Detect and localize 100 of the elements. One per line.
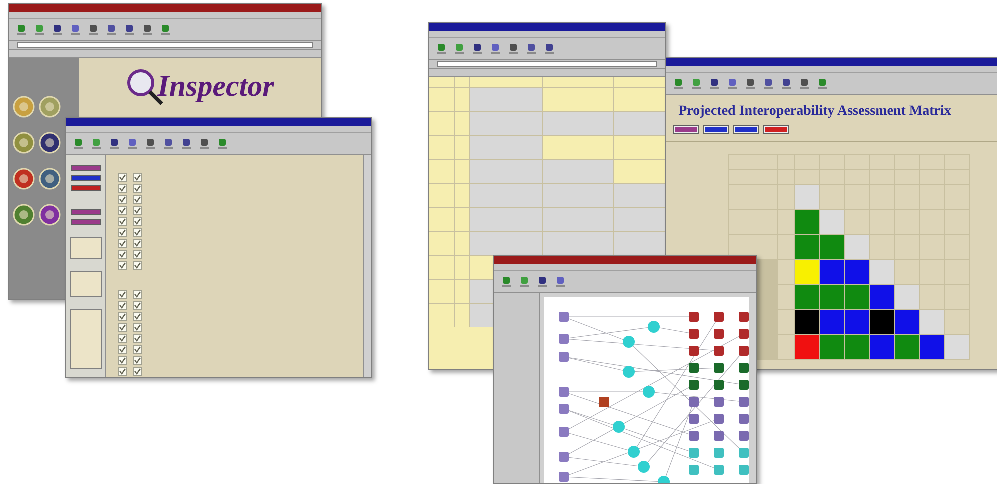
checkbox[interactable]	[133, 217, 142, 226]
toolbar-icon[interactable]	[110, 138, 119, 150]
matrix-cell[interactable]	[820, 310, 844, 334]
legend-button[interactable]	[704, 126, 728, 133]
checkbox[interactable]	[118, 367, 127, 376]
checkbox[interactable]	[133, 323, 142, 332]
checkbox[interactable]	[118, 334, 127, 343]
checkbox[interactable]	[118, 261, 127, 270]
matrix-cell[interactable]	[795, 260, 819, 284]
toolbar-icon[interactable]	[710, 78, 719, 90]
checkbox[interactable]	[118, 173, 127, 182]
checkbox[interactable]	[133, 312, 142, 321]
toolbar-icon[interactable]	[107, 24, 116, 36]
matrix-cell[interactable]	[820, 235, 844, 259]
checkbox[interactable]	[118, 195, 127, 204]
toolbar-icon[interactable]	[125, 24, 134, 36]
matrix-cell[interactable]	[895, 335, 919, 359]
checkbox[interactable]	[133, 195, 142, 204]
checkbox[interactable]	[133, 206, 142, 215]
legend-button[interactable]	[674, 126, 698, 133]
toolbar-icon[interactable]	[146, 138, 155, 150]
matrix-cell[interactable]	[920, 335, 944, 359]
matrix-cell[interactable]	[845, 235, 869, 259]
toolbar-icon[interactable]	[527, 42, 536, 54]
toolbar-icon[interactable]	[746, 78, 755, 90]
toolbar-icon[interactable]	[53, 24, 62, 36]
matrix-cell[interactable]	[845, 260, 869, 284]
checkbox[interactable]	[118, 217, 127, 226]
emblem-icon[interactable]	[39, 168, 61, 190]
matrix-cell[interactable]	[870, 260, 894, 284]
toolbar-icon[interactable]	[538, 276, 547, 288]
checkbox[interactable]	[118, 323, 127, 332]
address-field[interactable]	[437, 61, 657, 67]
toolbar-icon[interactable]	[728, 78, 737, 90]
matrix-cell[interactable]	[795, 285, 819, 309]
checkbox[interactable]	[133, 250, 142, 259]
checkbox[interactable]	[118, 356, 127, 365]
matrix-cell[interactable]	[870, 310, 894, 334]
emblem-icon[interactable]	[39, 132, 61, 154]
matrix-cell[interactable]	[920, 310, 944, 334]
matrix-cell[interactable]	[820, 285, 844, 309]
checkbox[interactable]	[133, 356, 142, 365]
toolbar-icon[interactable]	[556, 276, 565, 288]
checkbox[interactable]	[133, 367, 142, 376]
checkbox[interactable]	[118, 290, 127, 299]
matrix-cell[interactable]	[820, 260, 844, 284]
matrix-cell[interactable]	[870, 335, 894, 359]
checkbox[interactable]	[133, 301, 142, 310]
matrix-cell[interactable]	[820, 335, 844, 359]
matrix-cell[interactable]	[895, 310, 919, 334]
checkbox[interactable]	[118, 312, 127, 321]
toolbar-icon[interactable]	[182, 138, 191, 150]
checkbox[interactable]	[118, 184, 127, 193]
toolbar-icon[interactable]	[164, 138, 173, 150]
checkbox[interactable]	[118, 206, 127, 215]
legend-button[interactable]	[764, 126, 788, 133]
toolbar-icon[interactable]	[89, 24, 98, 36]
matrix-cell[interactable]	[795, 210, 819, 234]
checkbox[interactable]	[133, 228, 142, 237]
toolbar-icon[interactable]	[200, 138, 209, 150]
toolbar-icon[interactable]	[128, 138, 137, 150]
matrix-cell[interactable]	[795, 335, 819, 359]
checkbox[interactable]	[133, 239, 142, 248]
toolbar-icon[interactable]	[509, 42, 518, 54]
checkbox[interactable]	[133, 345, 142, 354]
matrix-cell[interactable]	[895, 285, 919, 309]
checkbox[interactable]	[133, 261, 142, 270]
matrix-cell[interactable]	[795, 185, 819, 209]
matrix-cell[interactable]	[870, 285, 894, 309]
matrix-cell[interactable]	[795, 310, 819, 334]
toolbar-icon[interactable]	[545, 42, 554, 54]
checkbox[interactable]	[118, 250, 127, 259]
matrix-cell[interactable]	[795, 235, 819, 259]
scroll-bar[interactable]	[363, 155, 371, 377]
matrix-cell[interactable]	[945, 335, 969, 359]
toolbar-icon[interactable]	[782, 78, 791, 90]
address-field[interactable]	[17, 42, 313, 48]
checkbox[interactable]	[118, 345, 127, 354]
checkbox[interactable]	[133, 184, 142, 193]
matrix-cell[interactable]	[845, 310, 869, 334]
emblem-icon[interactable]	[13, 168, 35, 190]
emblem-icon[interactable]	[39, 204, 61, 226]
toolbar-icon[interactable]	[71, 24, 80, 36]
checkbox[interactable]	[133, 334, 142, 343]
toolbar-icon[interactable]	[800, 78, 809, 90]
checkbox[interactable]	[133, 290, 142, 299]
matrix-cell[interactable]	[820, 210, 844, 234]
checkbox[interactable]	[118, 301, 127, 310]
checkbox[interactable]	[118, 228, 127, 237]
legend-button[interactable]	[734, 126, 758, 133]
matrix-cell[interactable]	[845, 335, 869, 359]
toolbar-icon[interactable]	[491, 42, 500, 54]
matrix-cell[interactable]	[845, 285, 869, 309]
toolbar-icon[interactable]	[473, 42, 482, 54]
toolbar-icon[interactable]	[143, 24, 152, 36]
row-header-cell	[729, 210, 777, 234]
checkbox[interactable]	[118, 239, 127, 248]
toolbar-icon[interactable]	[764, 78, 773, 90]
checkbox[interactable]	[133, 173, 142, 182]
header-cell	[895, 155, 919, 169]
